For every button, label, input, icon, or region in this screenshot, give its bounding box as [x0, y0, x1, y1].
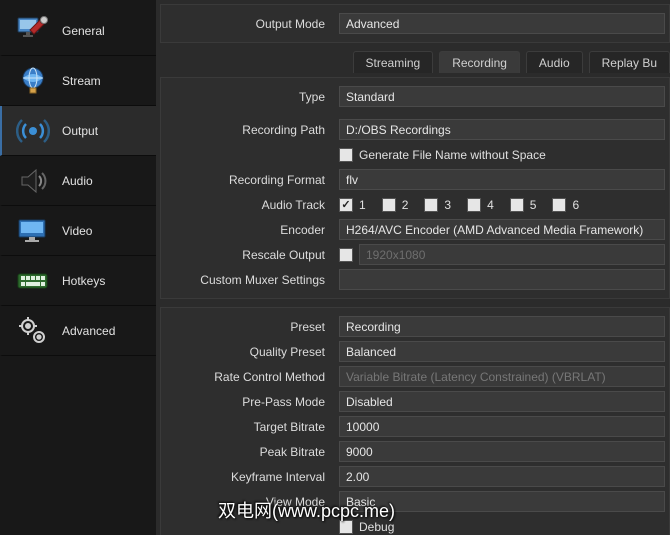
globe-icon — [16, 64, 50, 98]
tab-recording[interactable]: Recording — [439, 51, 520, 73]
peak-bitrate-input[interactable]: 9000 — [339, 441, 665, 462]
rescale-checkbox[interactable] — [339, 248, 353, 262]
muxer-label: Custom Muxer Settings — [161, 273, 331, 287]
sidebar-item-output[interactable]: Output — [0, 106, 156, 156]
sidebar-item-label: Advanced — [62, 324, 115, 338]
sidebar-item-video[interactable]: Video — [0, 206, 156, 256]
view-mode-select[interactable]: Basic — [339, 491, 665, 512]
rate-control-select[interactable]: Variable Bitrate (Latency Constrained) (… — [339, 366, 665, 387]
gen-filename-label: Generate File Name without Space — [359, 148, 546, 162]
keyframe-interval-label: Keyframe Interval — [161, 470, 331, 484]
encoder-label: Encoder — [161, 223, 331, 237]
output-tabs: Streaming Recording Audio Replay Bu — [160, 47, 670, 73]
sidebar-item-label: Output — [62, 124, 98, 138]
keyframe-interval-input[interactable]: 2.00 — [339, 466, 665, 487]
quality-preset-label: Quality Preset — [161, 345, 331, 359]
audio-track-label: Audio Track — [161, 198, 331, 212]
tab-replay-buffer[interactable]: Replay Bu — [589, 51, 670, 73]
audio-track-group: ✓1 2 3 4 5 6 — [339, 198, 665, 212]
prepass-select[interactable]: Disabled — [339, 391, 665, 412]
encoder-select[interactable]: H264/AVC Encoder (AMD Advanced Media Fra… — [339, 219, 665, 240]
recording-format-label: Recording Format — [161, 173, 331, 187]
debug-label: Debug — [359, 520, 394, 534]
quality-preset-select[interactable]: Balanced — [339, 341, 665, 362]
muxer-input[interactable] — [339, 269, 665, 290]
broadcast-icon — [16, 114, 50, 148]
preset-select[interactable]: Recording — [339, 316, 665, 337]
tab-audio[interactable]: Audio — [526, 51, 583, 73]
track-2-checkbox[interactable] — [382, 198, 396, 212]
track-1-checkbox[interactable]: ✓ — [339, 198, 353, 212]
recording-path-label: Recording Path — [161, 123, 331, 137]
rescale-input[interactable]: 1920x1080 — [359, 244, 665, 265]
recording-format-select[interactable]: flv — [339, 169, 665, 190]
output-mode-select[interactable]: Advanced — [339, 13, 665, 34]
target-bitrate-input[interactable]: 10000 — [339, 416, 665, 437]
prepass-label: Pre-Pass Mode — [161, 395, 331, 409]
sidebar-item-audio[interactable]: Audio — [0, 156, 156, 206]
rescale-label: Rescale Output — [161, 248, 331, 262]
peak-bitrate-label: Peak Bitrate — [161, 445, 331, 459]
sidebar-item-general[interactable]: General — [0, 6, 156, 56]
sidebar-item-label: Hotkeys — [62, 274, 105, 288]
track-3-checkbox[interactable] — [424, 198, 438, 212]
rate-control-label: Rate Control Method — [161, 370, 331, 384]
track-6-checkbox[interactable] — [552, 198, 566, 212]
sidebar-item-hotkeys[interactable]: Hotkeys — [0, 256, 156, 306]
speaker-icon — [16, 164, 50, 198]
preset-label: Preset — [161, 320, 331, 334]
tab-streaming[interactable]: Streaming — [353, 51, 434, 73]
sidebar-item-label: Stream — [62, 74, 101, 88]
gears-icon — [16, 314, 50, 348]
output-settings-panel: Output Mode Advanced Streaming Recording… — [156, 0, 670, 535]
recording-type-select[interactable]: Standard — [339, 86, 665, 107]
gen-filename-checkbox[interactable] — [339, 148, 353, 162]
monitor-icon — [16, 214, 50, 248]
target-bitrate-label: Target Bitrate — [161, 420, 331, 434]
output-mode-label: Output Mode — [161, 17, 331, 31]
debug-checkbox[interactable] — [339, 520, 353, 534]
sidebar-item-advanced[interactable]: Advanced — [0, 306, 156, 356]
keyboard-icon — [16, 264, 50, 298]
sidebar-item-label: Audio — [62, 174, 93, 188]
track-4-checkbox[interactable] — [467, 198, 481, 212]
sidebar-item-label: Video — [62, 224, 92, 238]
type-label: Type — [161, 90, 331, 104]
sidebar-item-label: General — [62, 24, 105, 38]
track-5-checkbox[interactable] — [510, 198, 524, 212]
settings-sidebar: General Stream — [0, 0, 156, 535]
wrench-monitor-icon — [16, 14, 50, 48]
recording-path-input[interactable]: D:/OBS Recordings — [339, 119, 665, 140]
view-mode-label: View Mode — [161, 495, 331, 509]
sidebar-item-stream[interactable]: Stream — [0, 56, 156, 106]
